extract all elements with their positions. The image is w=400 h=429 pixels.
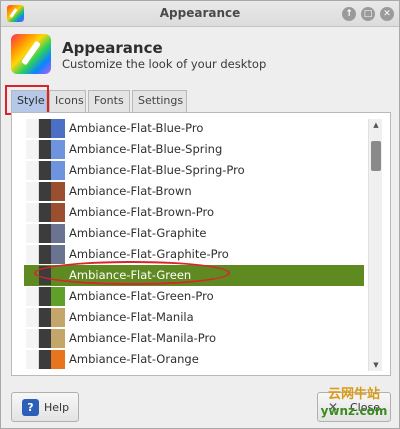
window-title: Appearance [159, 6, 241, 20]
theme-row-gutter [26, 266, 39, 285]
tab-settings[interactable]: Settings [132, 90, 187, 112]
theme-dark-swatch [39, 182, 51, 201]
theme-row-gutter [26, 245, 39, 264]
theme-accent-swatch [51, 203, 65, 222]
tab-icons[interactable]: Icons [49, 90, 86, 112]
theme-dark-swatch [39, 161, 51, 180]
theme-list-item[interactable]: Ambiance-Flat-Blue-Pro [24, 118, 364, 139]
theme-row-gutter [26, 182, 39, 201]
theme-dark-swatch [39, 308, 51, 327]
theme-dark-swatch [39, 329, 51, 348]
theme-accent-swatch [51, 245, 65, 264]
theme-accent-swatch [51, 308, 65, 327]
help-label: Help [44, 401, 70, 414]
theme-accent-swatch [51, 287, 65, 306]
help-button[interactable]: ? Help [11, 392, 79, 422]
theme-accent-swatch [51, 350, 65, 369]
theme-row-gutter [26, 224, 39, 243]
scroll-up-arrow-icon[interactable]: ▲ [369, 119, 383, 131]
theme-name: Ambiance-Flat-Blue-Spring-Pro [69, 163, 245, 177]
theme-name: Ambiance-Flat-Manila-Pro [69, 331, 217, 345]
tab-fonts[interactable]: Fonts [88, 90, 130, 112]
theme-name: Ambiance-Flat-Orange [69, 352, 199, 366]
theme-accent-swatch [51, 161, 65, 180]
maximize-button[interactable]: □ [361, 7, 375, 21]
theme-row-gutter [26, 161, 39, 180]
theme-list-item[interactable]: Ambiance-Flat-Manila [24, 307, 364, 328]
theme-list-scrollbar[interactable]: ▲ ▼ [368, 119, 382, 371]
theme-dark-swatch [39, 287, 51, 306]
watermark: 云网牛站 ywnz.com [311, 387, 397, 427]
scroll-down-arrow-icon[interactable]: ▼ [369, 359, 383, 371]
theme-name: Ambiance-Flat-Graphite-Pro [69, 247, 229, 261]
theme-dark-swatch [39, 224, 51, 243]
theme-accent-swatch [51, 329, 65, 348]
watermark-line2: ywnz.com [320, 404, 388, 418]
page-title: Appearance [62, 39, 163, 57]
theme-dark-swatch [39, 119, 51, 138]
page-subtitle: Customize the look of your desktop [62, 57, 267, 71]
theme-dark-swatch [39, 140, 51, 159]
theme-accent-swatch [51, 119, 65, 138]
theme-dark-swatch [39, 350, 51, 369]
theme-list-item[interactable]: Ambiance-Flat-Green-Pro [24, 286, 364, 307]
theme-name: Ambiance-Flat-Blue-Spring [69, 142, 223, 156]
theme-name: Ambiance-Flat-Green-Pro [69, 289, 214, 303]
paintbrush-icon [21, 40, 41, 66]
close-window-button[interactable]: ✕ [380, 7, 394, 21]
theme-list-item[interactable]: Ambiance-Flat-Manila-Pro [24, 328, 364, 349]
theme-name: Ambiance-Flat-Green [69, 268, 192, 282]
style-tab-annotation-box [5, 85, 49, 115]
theme-row-gutter [26, 140, 39, 159]
theme-name: Ambiance-Flat-Graphite [69, 226, 207, 240]
theme-dark-swatch [39, 266, 51, 285]
theme-list-item[interactable]: Ambiance-Flat-Brown [24, 181, 364, 202]
theme-accent-swatch [51, 224, 65, 243]
theme-name: Ambiance-Flat-Blue-Pro [69, 121, 204, 135]
theme-list-item[interactable]: Ambiance-Flat-Graphite-Pro [24, 244, 364, 265]
scroll-thumb[interactable] [371, 141, 381, 171]
theme-row-gutter [26, 119, 39, 138]
theme-accent-swatch [51, 140, 65, 159]
title-bar[interactable]: Appearance ↑ □ ✕ [1, 1, 399, 27]
theme-row-gutter [26, 350, 39, 369]
watermark-line1: 云网牛站 [327, 387, 380, 402]
theme-list-item[interactable]: Ambiance-Flat-Blue-Spring-Pro [24, 160, 364, 181]
theme-row-gutter [26, 203, 39, 222]
theme-accent-swatch [51, 266, 65, 285]
theme-name: Ambiance-Flat-Brown-Pro [69, 205, 215, 219]
theme-list-panel: Ambiance-Flat-Blue-Pro Ambiance-Flat-Blue… [11, 112, 391, 376]
appearance-logo-icon [11, 34, 51, 74]
theme-accent-swatch [51, 182, 65, 201]
theme-row-gutter [26, 287, 39, 306]
theme-list[interactable]: Ambiance-Flat-Blue-Pro Ambiance-Flat-Blue… [24, 118, 364, 372]
theme-row-gutter [26, 329, 39, 348]
keep-above-button[interactable]: ↑ [342, 7, 356, 21]
theme-dark-swatch [39, 203, 51, 222]
theme-list-item[interactable]: Ambiance-Flat-Graphite [24, 223, 364, 244]
theme-dark-swatch [39, 245, 51, 264]
theme-name: Ambiance-Flat-Brown [69, 184, 192, 198]
help-icon: ? [22, 399, 39, 416]
theme-row-gutter [26, 308, 39, 327]
theme-list-item[interactable]: Ambiance-Flat-Green [24, 265, 364, 286]
appearance-window: Appearance ↑ □ ✕ Appearance Customize th… [0, 0, 400, 429]
theme-list-item[interactable]: Ambiance-Flat-Blue-Spring [24, 139, 364, 160]
theme-name: Ambiance-Flat-Manila [69, 310, 194, 324]
theme-list-item[interactable]: Ambiance-Flat-Brown-Pro [24, 202, 364, 223]
theme-list-item[interactable]: Ambiance-Flat-Orange [24, 349, 364, 370]
